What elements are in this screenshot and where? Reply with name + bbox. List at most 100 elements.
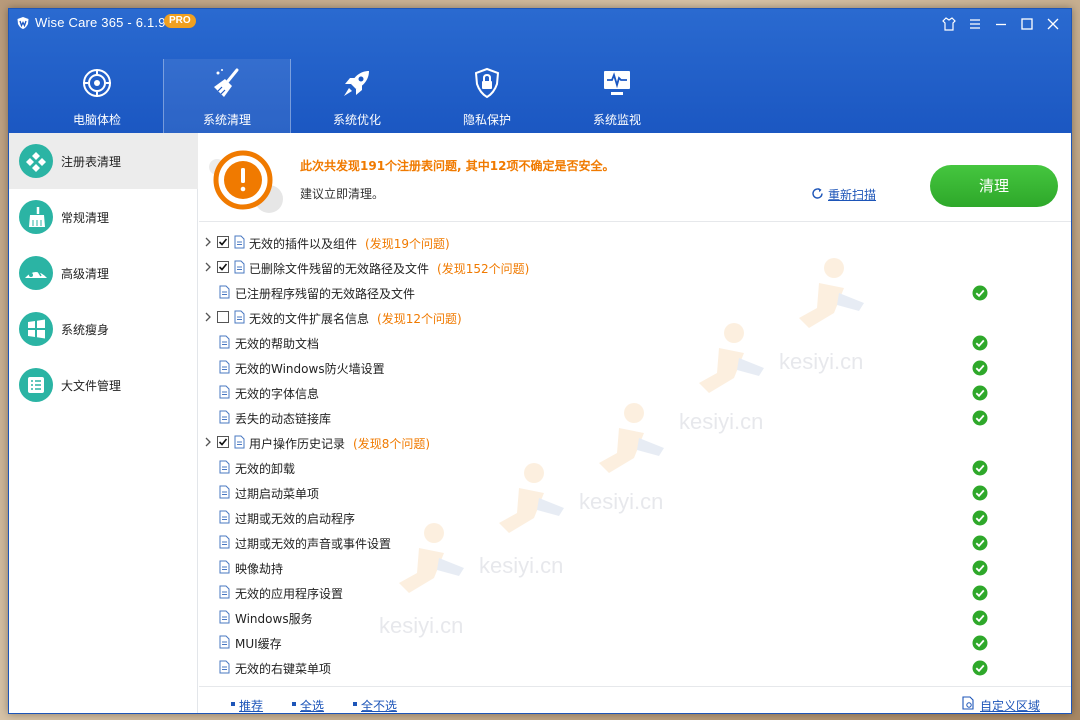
list-item-title: 过期或无效的启动程序 [235, 512, 356, 526]
minimize-icon[interactable] [993, 16, 1009, 32]
nav-label: 隐私保护 [462, 113, 511, 127]
list-item[interactable]: 过期或无效的声音或事件设置 [199, 530, 1071, 555]
title-bar[interactable]: Wise Care 365 - 6.1.9 PRO [9, 9, 1071, 39]
list-item-title: 无效的字体信息 [235, 387, 320, 401]
list-item[interactable]: 过期或无效的启动程序 [199, 505, 1071, 530]
sidebar-item-label: 大文件管理 [61, 379, 122, 393]
scan-summary: 此次共发现191个注册表问题, 其中12项不确定是否安全。 建议立即清理。 重新… [199, 133, 1071, 222]
maximize-icon[interactable] [1019, 16, 1035, 32]
nav-item-monitor[interactable]: 系统监视 [553, 59, 681, 133]
list-item[interactable]: 映像劫持 [199, 555, 1071, 580]
nav-item-privacy[interactable]: 隐私保护 [423, 59, 551, 133]
chevron-right-icon[interactable] [203, 261, 213, 273]
sidebar-item-large-files[interactable]: 大文件管理 [9, 357, 198, 413]
menu-icon[interactable] [967, 16, 983, 32]
list-item-label: 无效的Windows防火墙设置 [235, 360, 385, 377]
item-checkbox[interactable] [217, 261, 229, 273]
sidebar-item-slim[interactable]: 系统瘦身 [9, 301, 198, 357]
ok-check-icon [972, 285, 988, 301]
nav-item-checkup[interactable]: 电脑体检 [33, 59, 161, 133]
start-menu-icon [219, 485, 230, 499]
rocket-icon [344, 71, 369, 96]
list-item[interactable]: 无效的文件扩展名信息 (发现12个问题) [199, 305, 1071, 330]
list-item[interactable]: 已删除文件残留的无效路径及文件 (发现152个问题) [199, 255, 1071, 280]
list-item-label: 无效的字体信息 [235, 385, 319, 402]
firewall-icon [219, 360, 230, 374]
list-item-title: 用户操作历史记录 [249, 437, 346, 451]
list-item-title: MUI缓存 [235, 637, 282, 651]
list-item-title: 丢失的动态链接库 [235, 412, 332, 426]
list-item-label: 用户操作历史记录 (发现8个问题) [249, 435, 430, 452]
list-item-title: 无效的卸载 [235, 462, 296, 476]
custom-area-link[interactable]: 自定义区域 [980, 697, 1040, 713]
warning-icon [219, 585, 230, 599]
warning-icon [209, 150, 283, 213]
font-icon [219, 385, 230, 399]
ok-check-icon [972, 410, 988, 426]
ok-check-icon [972, 535, 988, 551]
link-icon [219, 410, 230, 424]
ok-check-icon [972, 385, 988, 401]
close-icon[interactable] [1045, 16, 1061, 32]
sidebar-item-general[interactable]: 常规清理 [9, 189, 198, 245]
bullet-icon [231, 702, 235, 706]
item-checkbox[interactable] [217, 311, 229, 323]
list-item[interactable]: 无效的右键菜单项 [199, 655, 1071, 680]
list-item[interactable]: 已注册程序残留的无效路径及文件 [199, 280, 1071, 305]
recommend-link[interactable]: 推荐 [239, 697, 263, 713]
chevron-right-icon[interactable] [203, 311, 213, 323]
disk-icon [19, 256, 53, 290]
list-item-title: 过期或无效的声音或事件设置 [235, 537, 392, 551]
registry-icon [19, 144, 53, 178]
nav-item-optimize[interactable]: 系统优化 [293, 59, 421, 133]
list-item-label: 丢失的动态链接库 [235, 410, 331, 427]
list-item-title: 无效的右键菜单项 [235, 662, 332, 676]
sidebar-item-registry[interactable]: 注册表清理 [9, 133, 198, 189]
list-item-title: 无效的帮助文档 [235, 337, 320, 351]
list-item[interactable]: 无效的应用程序设置 [199, 580, 1071, 605]
list-item[interactable]: Windows服务 [199, 605, 1071, 630]
help-doc-icon [219, 335, 230, 349]
list-item[interactable]: 无效的帮助文档 [199, 330, 1071, 355]
issue-count: (发现19个问题) [365, 237, 450, 251]
folder-icon [234, 260, 245, 274]
skin-icon[interactable] [941, 16, 957, 32]
list-item[interactable]: MUI缓存 [199, 630, 1071, 655]
list-item[interactable]: 无效的字体信息 [199, 380, 1071, 405]
scan-result-subtitle: 建议立即清理。 [300, 187, 385, 201]
list-item[interactable]: 无效的Windows防火墙设置 [199, 355, 1071, 380]
list-item-title: 已注册程序残留的无效路径及文件 [235, 287, 416, 301]
file-icon [219, 285, 230, 299]
list-item-label: 已注册程序残留的无效路径及文件 [235, 285, 415, 302]
custom-area-icon [962, 696, 974, 710]
item-checkbox[interactable] [217, 436, 229, 448]
uninstall-icon [219, 460, 230, 474]
sidebar-item-label: 高级清理 [61, 267, 110, 281]
list-item-title: 无效的应用程序设置 [235, 587, 344, 601]
nav-item-cleanup[interactable]: 系统清理 [163, 59, 291, 133]
list-item-title: 过期启动菜单项 [235, 487, 320, 501]
list-item[interactable]: 过期启动菜单项 [199, 480, 1071, 505]
nav-label: 系统优化 [332, 113, 381, 127]
broom-icon [19, 200, 53, 234]
nav-label: 系统清理 [202, 113, 251, 127]
ok-check-icon [972, 485, 988, 501]
ok-check-icon [972, 660, 988, 676]
list-item[interactable]: 无效的插件以及组件 (发现19个问题) [199, 230, 1071, 255]
list-item[interactable]: 用户操作历史记录 (发现8个问题) [199, 430, 1071, 455]
select-all-link[interactable]: 全选 [300, 697, 324, 713]
clean-button[interactable]: 清理 [930, 165, 1058, 207]
pro-badge: PRO [164, 14, 196, 28]
list-item-title: 已删除文件残留的无效路径及文件 [249, 262, 430, 276]
select-none-link[interactable]: 全不选 [361, 697, 397, 713]
chevron-right-icon[interactable] [203, 436, 213, 448]
startup-icon [219, 510, 230, 524]
item-checkbox[interactable] [217, 236, 229, 248]
list-item-title: 无效的文件扩展名信息 [249, 312, 370, 326]
list-item-label: 映像劫持 [235, 560, 283, 577]
sidebar-item-advanced[interactable]: 高级清理 [9, 245, 198, 301]
list-item[interactable]: 丢失的动态链接库 [199, 405, 1071, 430]
list-item-label: MUI缓存 [235, 635, 282, 652]
chevron-right-icon[interactable] [203, 236, 213, 248]
list-item[interactable]: 无效的卸载 [199, 455, 1071, 480]
